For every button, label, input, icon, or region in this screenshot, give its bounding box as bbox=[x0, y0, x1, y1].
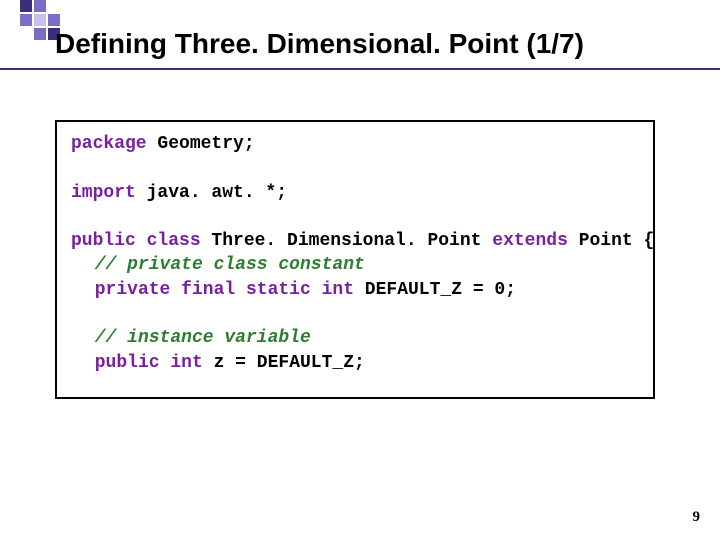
code-line-package: package Geometry; bbox=[71, 132, 639, 156]
corner-decor-squares bbox=[20, 0, 60, 40]
title-underline bbox=[0, 68, 720, 70]
code-line-classdecl: public class Three. Dimensional. Point e… bbox=[71, 229, 639, 253]
code-line-constant: private final static int DEFAULT_Z = 0; bbox=[71, 278, 639, 302]
code-line-ivar: public int z = DEFAULT_Z; bbox=[71, 351, 639, 375]
page-number: 9 bbox=[693, 509, 701, 526]
slide-title: Defining Three. Dimensional. Point (1/7) bbox=[55, 28, 584, 60]
code-line-comment-2: // instance variable bbox=[71, 326, 639, 350]
code-block: package Geometry; import java. awt. *; p… bbox=[55, 120, 655, 399]
code-line-import: import java. awt. *; bbox=[71, 181, 639, 205]
code-line-comment-1: // private class constant bbox=[71, 253, 639, 277]
